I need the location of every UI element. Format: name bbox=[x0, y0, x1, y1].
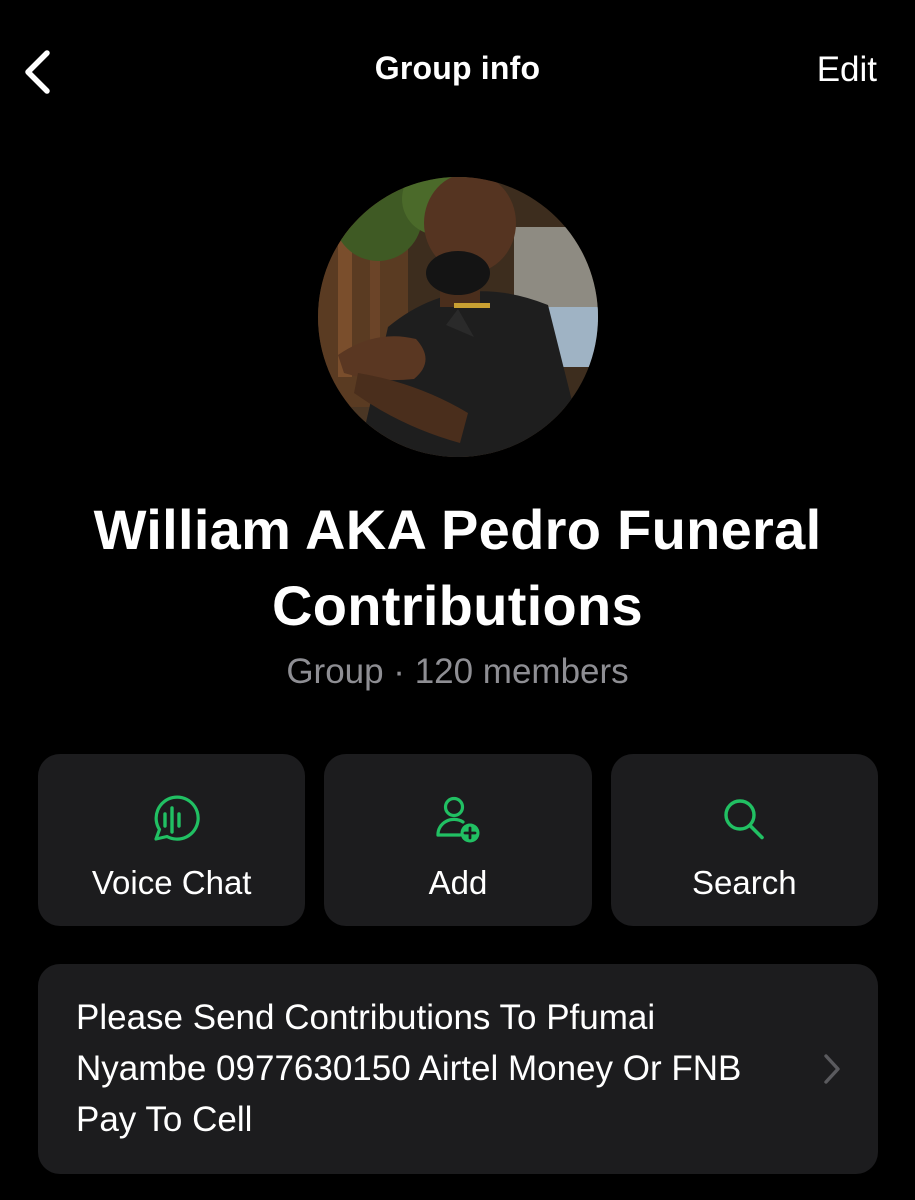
group-member-count: Group · 120 members bbox=[286, 652, 629, 691]
group-description-text: Please Send Contributions To Pfumai Nyam… bbox=[76, 998, 742, 1139]
group-name: William AKA Pedro Funeral Contributions bbox=[93, 498, 822, 637]
page-title: Group info bbox=[374, 50, 541, 86]
search-button[interactable]: Search bbox=[610, 754, 878, 926]
add-member-button[interactable]: Add bbox=[324, 754, 592, 926]
edit-button[interactable]: Edit bbox=[817, 50, 877, 90]
search-label: Search bbox=[692, 864, 797, 901]
voice-chat-icon bbox=[144, 792, 200, 848]
add-member-label: Add bbox=[428, 864, 488, 901]
chevron-right-icon bbox=[824, 1054, 840, 1084]
avatar-photo bbox=[318, 177, 598, 457]
quick-actions: Voice Chat Add Search bbox=[38, 754, 878, 926]
group-description[interactable]: Please Send Contributions To Pfumai Nyam… bbox=[38, 964, 878, 1174]
search-icon bbox=[716, 792, 772, 848]
voice-chat-button[interactable]: Voice Chat bbox=[38, 754, 306, 926]
group-avatar[interactable] bbox=[318, 177, 598, 457]
add-member-icon bbox=[430, 792, 486, 848]
voice-chat-label: Voice Chat bbox=[91, 864, 252, 901]
